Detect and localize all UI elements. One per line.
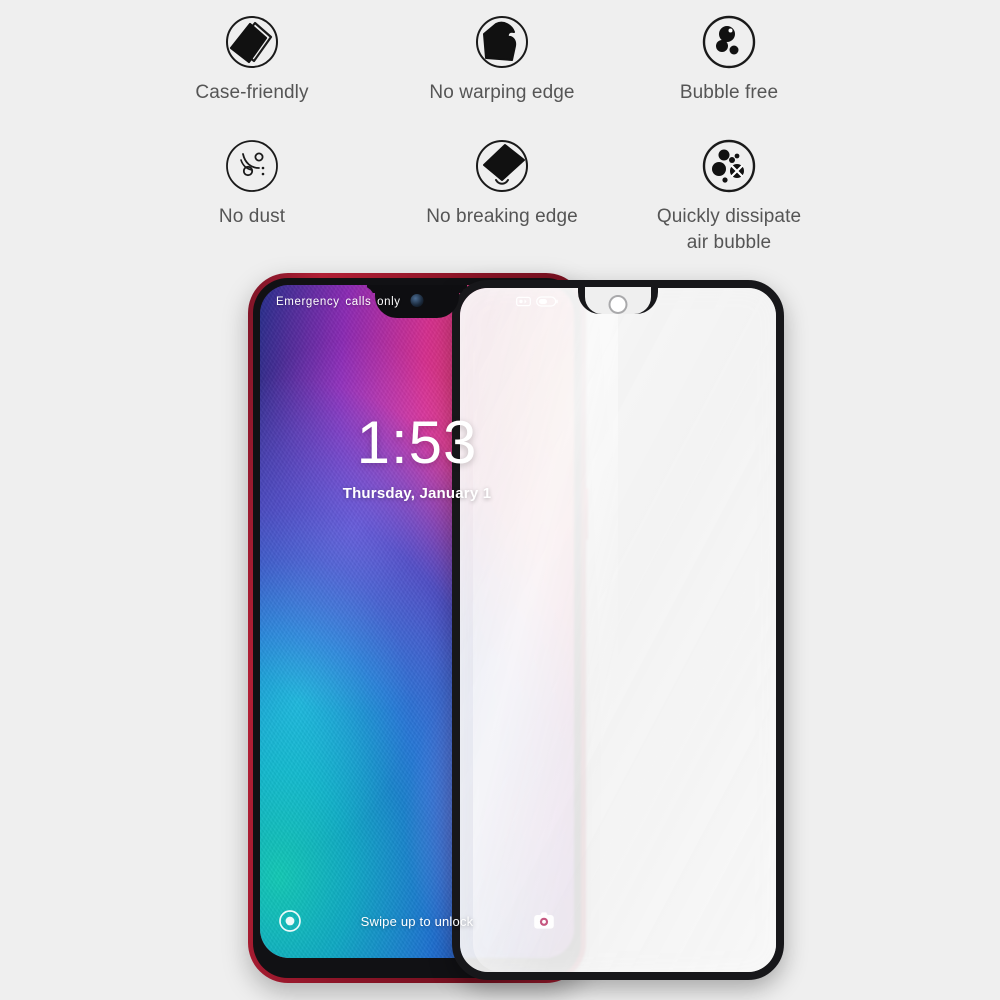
camera-icon[interactable]: [532, 909, 556, 933]
no-dust-icon: [226, 140, 278, 192]
feature-label: Quickly dissipate air bubble: [656, 206, 802, 253]
no-breaking-edge-icon: [476, 140, 528, 192]
feature-grid: Case-friendly No warping edge Bubble fre…: [0, 0, 1000, 285]
lockscreen-shortcuts: Swipe up to unlock: [260, 906, 574, 936]
protector-camera-cutout-icon: [610, 297, 626, 312]
lockscreen-clock: 1:53 Thursday, January 1: [260, 409, 574, 503]
feature-item-no-breaking-edge: No breaking edge: [377, 138, 627, 230]
feature-item-case-friendly: Case-friendly: [127, 14, 377, 106]
feature-item-no-warping-edge: No warping edge: [377, 14, 627, 106]
feature-label: Bubble free: [679, 82, 779, 103]
swipe-hint-text: Swipe up to unlock: [360, 913, 474, 929]
feature-item-bubble-free: Bubble free: [604, 14, 854, 106]
screen-protector: [452, 280, 784, 980]
quickly-dissipate-air-bubble-icon: [702, 139, 756, 193]
feature-label: No breaking edge: [426, 206, 578, 227]
feature-label: No dust: [218, 206, 286, 227]
flashlight-icon[interactable]: [278, 909, 302, 933]
product-scene: Emergency calls only 1:53 Thursday, Janu…: [0, 255, 1000, 1000]
feature-item-quickly-dissipate-air-bubble: Quickly dissipate air bubble: [604, 138, 854, 255]
case-friendly-icon: [226, 16, 278, 68]
clock-time: 1:53: [356, 409, 478, 476]
feature-label: Case-friendly: [195, 82, 309, 103]
bubble-free-icon: [702, 15, 756, 69]
feature-label: No warping edge: [429, 82, 575, 103]
battery-icon: [536, 296, 558, 307]
feature-item-no-dust: No dust: [127, 138, 377, 230]
carrier-text: Emergency calls only: [276, 295, 401, 308]
signal-icon: [516, 296, 531, 307]
protector-glass-surface: [460, 288, 776, 972]
no-warping-edge-icon: [476, 16, 528, 68]
clock-date: Thursday, January 1: [342, 485, 492, 502]
status-bar: Emergency calls only: [260, 285, 574, 318]
